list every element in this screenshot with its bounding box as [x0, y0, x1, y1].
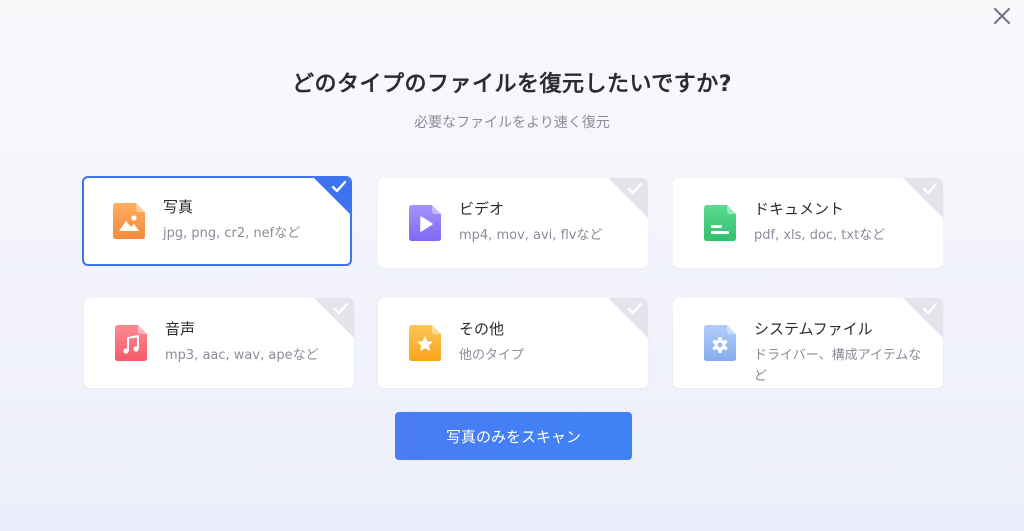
file-type-description: ドライバー、構成アイテムなど	[754, 348, 922, 384]
close-icon	[994, 8, 1010, 24]
file-type-name: その他	[459, 320, 505, 338]
file-type-description: mp3, aac, wav, apeなど	[165, 348, 319, 363]
image-file-icon	[113, 203, 145, 239]
file-type-card-system[interactable]: システムファイル ドライバー、構成アイテムなど	[673, 298, 943, 388]
audio-file-icon	[115, 325, 147, 361]
close-button[interactable]	[990, 4, 1014, 28]
unchecked-corner-icon	[608, 298, 648, 338]
file-type-name: ビデオ	[459, 200, 505, 218]
dialog-subtitle: 必要なファイルをより速く復元	[414, 115, 610, 131]
file-type-name: ドキュメント	[754, 200, 845, 218]
unchecked-corner-icon	[903, 178, 943, 218]
file-type-name: システムファイル	[754, 320, 873, 338]
file-type-card-video[interactable]: ビデオ mp4, mov, avi, flvなど	[378, 178, 648, 268]
unchecked-corner-icon	[314, 298, 354, 338]
system-file-icon	[704, 325, 736, 361]
file-type-name: 写真	[163, 198, 194, 216]
file-type-card-documents[interactable]: ドキュメント pdf, xls, doc, txtなど	[673, 178, 943, 268]
file-type-description: mp4, mov, avi, flvなど	[459, 228, 603, 243]
unchecked-corner-icon	[903, 298, 943, 338]
file-type-card-others[interactable]: その他 他のタイプ	[378, 298, 648, 388]
file-type-card-audio[interactable]: 音声 mp3, aac, wav, apeなど	[84, 298, 354, 388]
file-type-description: jpg, png, cr2, nefなど	[163, 226, 301, 241]
file-type-description: 他のタイプ	[459, 348, 525, 363]
file-type-description: pdf, xls, doc, txtなど	[754, 228, 886, 243]
file-type-card-photos[interactable]: 写真 jpg, png, cr2, nefなど	[82, 176, 352, 266]
document-file-icon	[704, 205, 736, 241]
unchecked-corner-icon	[608, 178, 648, 218]
other-file-icon	[409, 325, 441, 361]
video-file-icon	[409, 205, 441, 241]
checked-corner-icon	[314, 178, 350, 214]
scan-button[interactable]: 写真のみをスキャン	[395, 412, 632, 460]
file-type-name: 音声	[165, 320, 196, 338]
dialog-title: どのタイプのファイルを復元したいですか?	[291, 72, 733, 97]
